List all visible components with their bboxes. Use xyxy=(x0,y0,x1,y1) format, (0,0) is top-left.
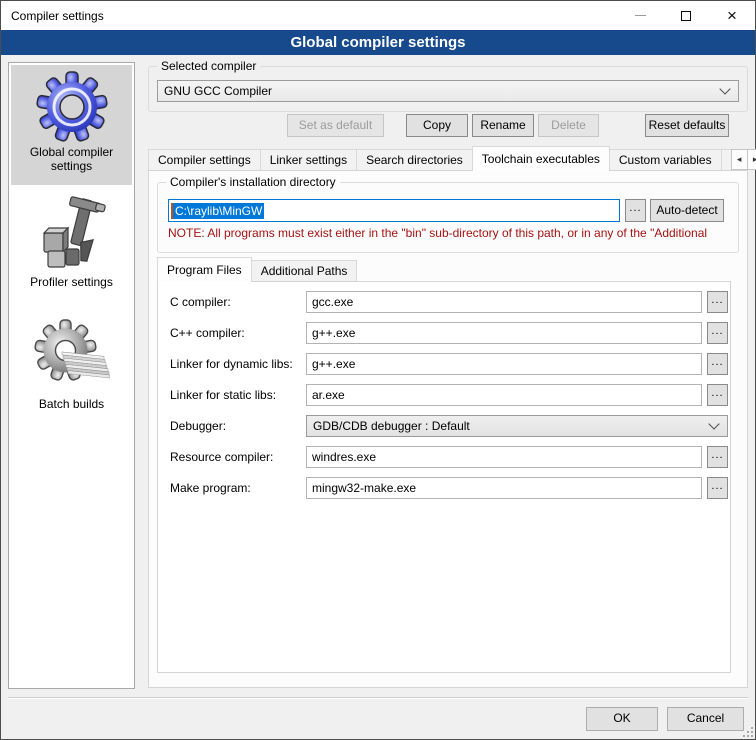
sidebar-item-global-compiler-settings[interactable]: Global compiler settings xyxy=(11,65,132,185)
dialog-banner: Global compiler settings xyxy=(1,30,755,55)
titlebar[interactable]: Compiler settings × xyxy=(1,1,755,30)
tab-scroll-left-button[interactable]: ◂ xyxy=(731,149,748,170)
linker-static-label: Linker for static libs: xyxy=(170,384,276,406)
linker-dynamic-input[interactable] xyxy=(306,353,702,375)
sidebar-item-label: Batch builds xyxy=(11,397,132,415)
chevron-down-icon xyxy=(708,418,719,429)
window-title: Compiler settings xyxy=(11,9,104,23)
compiler-settings-dialog: Compiler settings × Global compiler sett… xyxy=(0,0,756,740)
sidebar-item-batch-builds[interactable]: Batch builds xyxy=(11,313,132,413)
copy-button[interactable]: Copy xyxy=(406,114,468,137)
close-button[interactable]: × xyxy=(709,1,755,30)
resource-compiler-input[interactable] xyxy=(306,446,702,468)
debugger-label: Debugger: xyxy=(170,415,226,437)
settings-sidebar: Global compiler settings Profiler settin… xyxy=(8,62,135,689)
c-compiler-browse-button[interactable]: ... xyxy=(707,291,728,313)
reset-defaults-button[interactable]: Reset defaults xyxy=(645,114,729,137)
delete-button[interactable]: Delete xyxy=(538,114,599,137)
selected-compiler-dropdown[interactable]: GNU GCC Compiler xyxy=(157,80,739,102)
c-compiler-label: C compiler: xyxy=(170,291,231,313)
minimize-button[interactable] xyxy=(617,1,663,30)
debugger-value: GDB/CDB debugger : Default xyxy=(313,416,704,436)
window-controls: × xyxy=(617,1,755,30)
minimize-icon xyxy=(635,15,646,16)
chevron-down-icon xyxy=(719,83,730,94)
installation-directory-group: Compiler's installation directory C:\ray… xyxy=(157,182,739,253)
selected-compiler-group-label: Selected compiler xyxy=(157,59,260,73)
compiler-buttons-row: Set as default Copy Rename Delete Reset … xyxy=(148,114,748,137)
caliper-icon xyxy=(36,195,108,273)
tab-compiler-settings[interactable]: Compiler settings xyxy=(148,149,261,171)
tab-program-files[interactable]: Program Files xyxy=(157,257,252,282)
make-program-label: Make program: xyxy=(170,477,251,499)
tab-linker-settings[interactable]: Linker settings xyxy=(260,149,357,171)
program-files-tabstrip: Program Files Additional Paths xyxy=(157,258,356,282)
resource-compiler-browse-button[interactable]: ... xyxy=(707,446,728,468)
sidebar-item-label: Global compiler settings xyxy=(11,145,132,177)
tab-search-directories[interactable]: Search directories xyxy=(356,149,473,171)
ok-button[interactable]: OK xyxy=(586,707,658,731)
tab-scroll-right-button[interactable]: ▸ xyxy=(747,149,756,170)
linker-static-input[interactable] xyxy=(306,384,702,406)
blue-gear-icon xyxy=(36,71,108,143)
cpp-compiler-label: C++ compiler: xyxy=(170,322,245,344)
program-files-page: C compiler: ... C++ compiler: ... Linker… xyxy=(157,281,731,673)
linker-dynamic-label: Linker for dynamic libs: xyxy=(170,353,293,375)
debugger-dropdown[interactable]: GDB/CDB debugger : Default xyxy=(306,415,728,437)
sidebar-item-profiler-settings[interactable]: Profiler settings xyxy=(11,189,132,291)
resize-grip[interactable] xyxy=(743,727,753,737)
installation-directory-input[interactable]: C:\raylib\MinGW xyxy=(168,199,620,222)
tab-toolchain-executables[interactable]: Toolchain executables xyxy=(472,146,610,171)
linker-dynamic-browse-button[interactable]: ... xyxy=(707,353,728,375)
cpp-compiler-input[interactable] xyxy=(306,322,702,344)
cancel-button[interactable]: Cancel xyxy=(667,707,744,731)
footer-divider xyxy=(8,697,748,699)
installation-directory-browse-button[interactable]: ... xyxy=(625,199,646,222)
c-compiler-input[interactable] xyxy=(306,291,702,313)
main-tabstrip: Compiler settings Linker settings Search… xyxy=(148,147,748,171)
tab-custom-variables[interactable]: Custom variables xyxy=(609,149,722,171)
tab-additional-paths[interactable]: Additional Paths xyxy=(251,260,358,282)
linker-static-browse-button[interactable]: ... xyxy=(707,384,728,406)
auto-detect-button[interactable]: Auto-detect xyxy=(650,199,724,222)
gray-gear-stack-icon xyxy=(34,319,110,395)
maximize-icon xyxy=(681,11,691,21)
make-program-input[interactable] xyxy=(306,477,702,499)
arrow-left-icon: ◂ xyxy=(737,154,742,164)
installation-directory-group-label: Compiler's installation directory xyxy=(166,175,340,189)
selected-compiler-value: GNU GCC Compiler xyxy=(164,81,715,101)
make-program-browse-button[interactable]: ... xyxy=(707,477,728,499)
sidebar-item-label: Profiler settings xyxy=(11,275,132,293)
toolchain-executables-page: Compiler's installation directory C:\ray… xyxy=(148,170,748,688)
maximize-button[interactable] xyxy=(663,1,709,30)
close-icon: × xyxy=(727,7,737,24)
resource-compiler-label: Resource compiler: xyxy=(170,446,273,468)
bin-subdirectory-note: NOTE: All programs must exist either in … xyxy=(168,226,735,240)
installation-directory-value: C:\raylib\MinGW xyxy=(173,203,264,219)
selected-compiler-group: Selected compiler GNU GCC Compiler xyxy=(148,66,748,112)
set-as-default-button[interactable]: Set as default xyxy=(287,114,384,137)
rename-button[interactable]: Rename xyxy=(472,114,534,137)
cpp-compiler-browse-button[interactable]: ... xyxy=(707,322,728,344)
tab-scroll-arrows: ◂ ▸ xyxy=(732,149,756,170)
